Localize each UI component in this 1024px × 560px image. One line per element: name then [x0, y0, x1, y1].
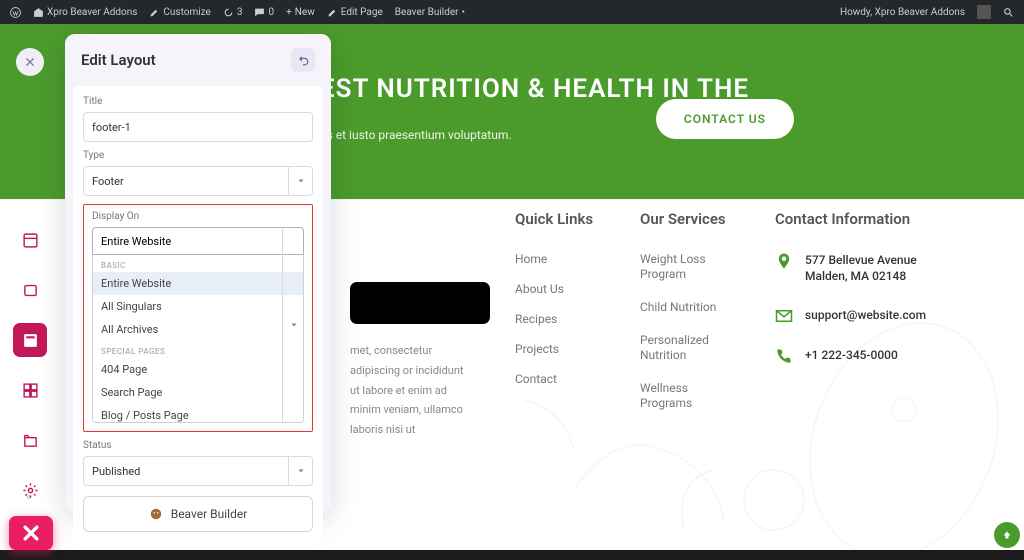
edit-layout-panel: Edit Layout Title Type Footer Display On… — [65, 34, 331, 512]
chevron-down-icon — [288, 167, 312, 195]
status-label: Status — [83, 440, 313, 451]
dropdown-option[interactable]: Entire Website — [93, 272, 303, 295]
rail-templates-icon[interactable] — [13, 223, 47, 257]
display-on-section: Display On Entire Website BASIC Entire W… — [83, 204, 313, 432]
footer-link[interactable]: Recipes — [515, 312, 595, 326]
display-on-label: Display On — [92, 211, 304, 222]
rail-saved-icon[interactable] — [13, 273, 47, 307]
dropdown-group-label: SPECIAL PAGES — [93, 341, 303, 358]
rail-layouts-icon[interactable] — [13, 323, 47, 357]
title-label: Title — [83, 96, 313, 107]
updates-link[interactable]: 3 — [223, 7, 243, 18]
contact-email[interactable]: support@website.com — [805, 307, 926, 324]
contact-address: 577 Bellevue AvenueMalden, MA 02148 — [805, 252, 917, 286]
rail-modules-icon[interactable] — [13, 373, 47, 407]
services-heading: Our Services — [640, 210, 730, 230]
footer-link[interactable]: Contact — [515, 372, 595, 386]
rail-media-icon[interactable] — [13, 423, 47, 457]
footer-link[interactable]: Home — [515, 252, 595, 266]
undo-button[interactable] — [291, 48, 315, 72]
type-select[interactable]: Footer — [83, 166, 313, 196]
chevron-down-icon — [288, 457, 312, 485]
panel-title: Edit Layout — [81, 51, 156, 69]
beaver-icon — [149, 507, 163, 521]
customize-link[interactable]: Customize — [149, 7, 210, 18]
about-text: met, consectetur adipiscing or incididun… — [350, 341, 470, 440]
dropdown-group-label: BASIC — [93, 255, 303, 272]
comments-link[interactable]: 0 — [254, 7, 274, 18]
quick-links-heading: Quick Links — [515, 210, 595, 230]
dropdown-option[interactable]: Blog / Posts Page — [93, 404, 303, 423]
chevron-down-icon — [282, 227, 304, 423]
scroll-top-button[interactable] — [994, 522, 1020, 548]
footer-copyright — [0, 550, 1024, 560]
contact-heading: Contact Information — [775, 210, 945, 230]
dropdown-option[interactable]: Search Page — [93, 381, 303, 404]
contact-phone[interactable]: +1 222-345-0000 — [805, 347, 898, 364]
footer-link[interactable]: Child Nutrition — [640, 300, 730, 315]
footer-link[interactable]: Personalized Nutrition — [640, 333, 730, 363]
title-input[interactable] — [83, 112, 313, 142]
search-admin-icon[interactable] — [1003, 7, 1014, 18]
wp-admin-bar: Xpro Beaver Addons Customize 3 0 + New E… — [0, 0, 1024, 24]
type-label: Type — [83, 150, 313, 161]
app-store-badge[interactable] — [350, 282, 490, 324]
howdy[interactable]: Howdy, Xpro Beaver Addons — [840, 7, 965, 18]
new-link[interactable]: + New — [286, 7, 315, 18]
contact-us-button[interactable]: CONTACT US — [656, 99, 794, 139]
footer-link[interactable]: Wellness Programs — [640, 381, 730, 411]
avatar-mini[interactable] — [977, 5, 991, 19]
collapse-handle[interactable]: « — [26, 490, 31, 503]
footer-link[interactable]: Projects — [515, 342, 595, 356]
display-on-input[interactable]: Entire Website — [92, 227, 304, 255]
dropdown-option[interactable]: 404 Page — [93, 358, 303, 381]
mail-icon — [775, 307, 793, 325]
footer-link[interactable]: About Us — [515, 282, 595, 296]
beaver-builder-link[interactable]: Beaver Builder • — [395, 7, 465, 18]
dropdown-option[interactable]: All Archives — [93, 318, 303, 341]
display-on-dropdown: BASIC Entire Website All Singulars All A… — [92, 255, 304, 423]
site-name[interactable]: Xpro Beaver Addons — [33, 7, 137, 18]
dropdown-option[interactable]: All Singulars — [93, 295, 303, 318]
xpro-fab-button[interactable] — [9, 516, 53, 550]
wp-logo[interactable] — [10, 7, 21, 18]
map-pin-icon — [775, 252, 793, 270]
tool-rail — [10, 40, 50, 507]
close-panel-button[interactable] — [16, 48, 44, 76]
status-select[interactable]: Published — [83, 456, 313, 486]
footer-link[interactable]: Weight Loss Program — [640, 252, 730, 282]
phone-icon — [775, 347, 793, 365]
edit-page-link[interactable]: Edit Page — [327, 7, 383, 18]
beaver-builder-button[interactable]: Beaver Builder — [83, 496, 313, 532]
